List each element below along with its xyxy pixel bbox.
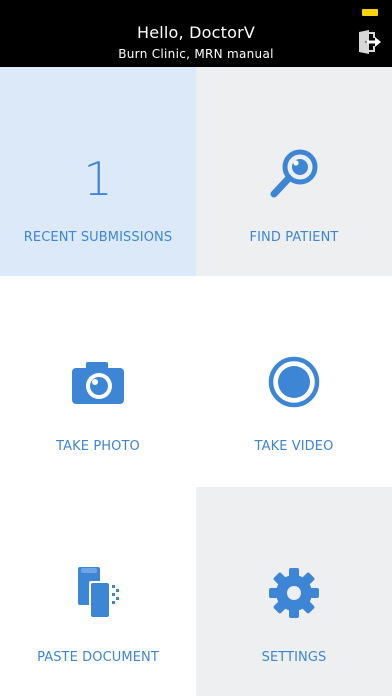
record-icon xyxy=(268,356,320,408)
settings-tile[interactable]: SETTINGS xyxy=(196,487,392,696)
recent-submissions-label: RECENT SUBMISSIONS xyxy=(23,230,173,245)
take-video-label: TAKE VIDEO xyxy=(254,439,334,454)
magnifier-icon xyxy=(268,147,320,199)
find-patient-label: FIND PATIENT xyxy=(249,230,339,245)
paste-document-label: PASTE DOCUMENT xyxy=(37,650,159,665)
settings-label: SETTINGS xyxy=(261,650,327,665)
clinic-subtitle: Burn Clinic, MRN manual xyxy=(118,47,274,61)
logout-icon[interactable] xyxy=(356,29,382,55)
find-patient-tile[interactable]: FIND PATIENT xyxy=(196,67,392,276)
battery-icon xyxy=(362,9,378,16)
take-video-tile[interactable]: TAKE VIDEO xyxy=(196,276,392,485)
dashboard-grid: 1 RECENT SUBMISSIONS FIND PATIENT TAKE P… xyxy=(0,67,392,696)
header: Hello, DoctorV Burn Clinic, MRN manual xyxy=(0,0,392,67)
camera-icon xyxy=(72,356,124,408)
take-photo-tile[interactable]: TAKE PHOTO xyxy=(0,276,196,485)
recent-submissions-tile[interactable]: 1 RECENT SUBMISSIONS xyxy=(0,67,196,276)
document-icon xyxy=(72,567,124,619)
gear-icon xyxy=(268,567,320,619)
paste-document-tile[interactable]: PASTE DOCUMENT xyxy=(0,487,196,696)
submissions-count: 1 xyxy=(83,152,113,206)
take-photo-label: TAKE PHOTO xyxy=(56,439,140,454)
greeting-title: Hello, DoctorV xyxy=(136,23,256,42)
